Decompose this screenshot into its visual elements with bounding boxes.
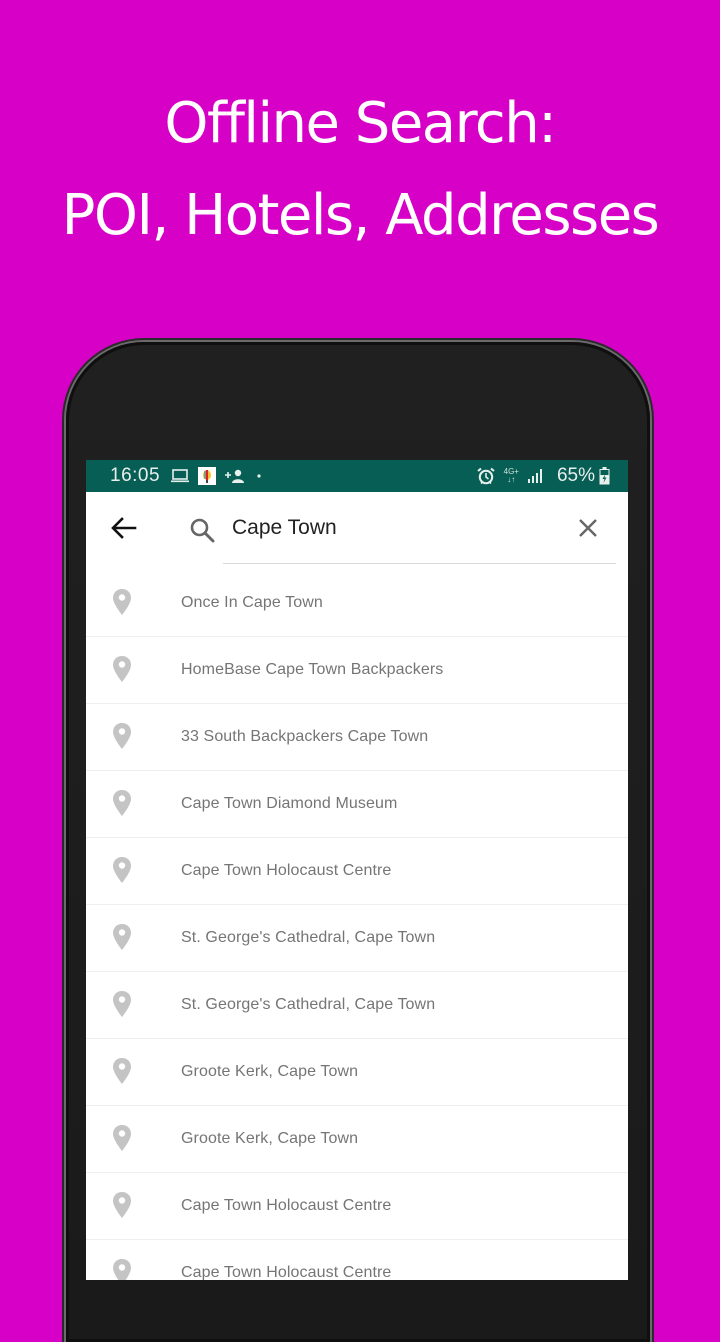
promo-headline-line2: POI, Hotels, Addresses (61, 183, 660, 248)
phone-screen: 16:05 4G+ ↓↑ 65% Cape Town Once In Cape … (86, 460, 628, 1280)
map-pin-icon (112, 1124, 132, 1152)
battery-percent: 65% (556, 465, 595, 486)
4g-data-icon: 4G+ ↓↑ (504, 468, 519, 484)
search-underline (223, 563, 616, 564)
search-result-label: Groote Kerk, Cape Town (181, 1063, 359, 1080)
search-result-item[interactable]: HomeBase Cape Town Backpackers (86, 637, 628, 704)
map-pin-icon (112, 923, 132, 951)
search-result-item[interactable]: Cape Town Holocaust Centre (86, 1240, 628, 1280)
arrow-left-icon (111, 516, 137, 544)
search-result-item[interactable]: St. George's Cathedral, Cape Town (86, 905, 628, 972)
search-result-label: Cape Town Holocaust Centre (181, 862, 392, 879)
map-pin-icon (112, 722, 132, 750)
search-result-item[interactable]: Cape Town Holocaust Centre (86, 838, 628, 905)
battery-charging-icon (599, 467, 610, 485)
signal-icon (527, 468, 543, 484)
search-result-item[interactable]: Once In Cape Town (86, 570, 628, 637)
app-notification-icon (198, 467, 217, 485)
search-result-label: St. George's Cathedral, Cape Town (181, 996, 436, 1013)
search-result-item[interactable]: Cape Town Holocaust Centre (86, 1173, 628, 1240)
clear-search-button[interactable] (570, 512, 606, 548)
map-pin-icon (112, 1258, 132, 1280)
search-result-item[interactable]: Cape Town Diamond Museum (86, 771, 628, 838)
map-pin-icon (112, 588, 132, 616)
search-icon (186, 514, 218, 546)
map-pin-icon (112, 856, 132, 884)
search-input[interactable] (224, 508, 570, 548)
map-pin-icon (112, 1057, 132, 1085)
search-result-label: 33 South Backpackers Cape Town (181, 728, 429, 745)
promo-headline-line1: Offline Search: (164, 91, 557, 156)
close-icon (578, 518, 598, 543)
search-toolbar (86, 492, 628, 570)
search-results-list: Once In Cape Town HomeBase Cape Town Bac… (86, 570, 628, 1280)
search-result-label: HomeBase Cape Town Backpackers (181, 661, 444, 678)
search-result-item[interactable]: Groote Kerk, Cape Town (86, 1039, 628, 1106)
search-result-item[interactable]: St. George's Cathedral, Cape Town (86, 972, 628, 1039)
search-result-label: Once In Cape Town (181, 594, 323, 611)
search-result-label: Cape Town Holocaust Centre (181, 1197, 392, 1214)
alarm-icon (476, 467, 496, 485)
search-result-label: St. George's Cathedral, Cape Town (181, 929, 436, 946)
search-result-item[interactable]: Groote Kerk, Cape Town (86, 1106, 628, 1173)
map-pin-icon (112, 655, 132, 683)
search-result-label: Groote Kerk, Cape Town (181, 1130, 359, 1147)
data-arrows-icon: ↓↑ (507, 475, 516, 484)
search-result-label: Cape Town Holocaust Centre (181, 1264, 392, 1280)
status-time: 16:05 (110, 465, 161, 486)
promo-headline: Offline Search: POI, Hotels, Addresses (0, 78, 720, 262)
map-pin-icon (112, 789, 132, 817)
dot-icon (254, 471, 264, 481)
map-pin-icon (112, 1191, 132, 1219)
search-result-item[interactable]: 33 South Backpackers Cape Town (86, 704, 628, 771)
add-contact-icon (224, 468, 246, 484)
status-bar: 16:05 4G+ ↓↑ 65% (86, 460, 628, 492)
map-pin-icon (112, 990, 132, 1018)
back-button[interactable] (106, 512, 142, 548)
laptop-icon (170, 468, 190, 484)
search-result-label: Cape Town Diamond Museum (181, 795, 398, 812)
